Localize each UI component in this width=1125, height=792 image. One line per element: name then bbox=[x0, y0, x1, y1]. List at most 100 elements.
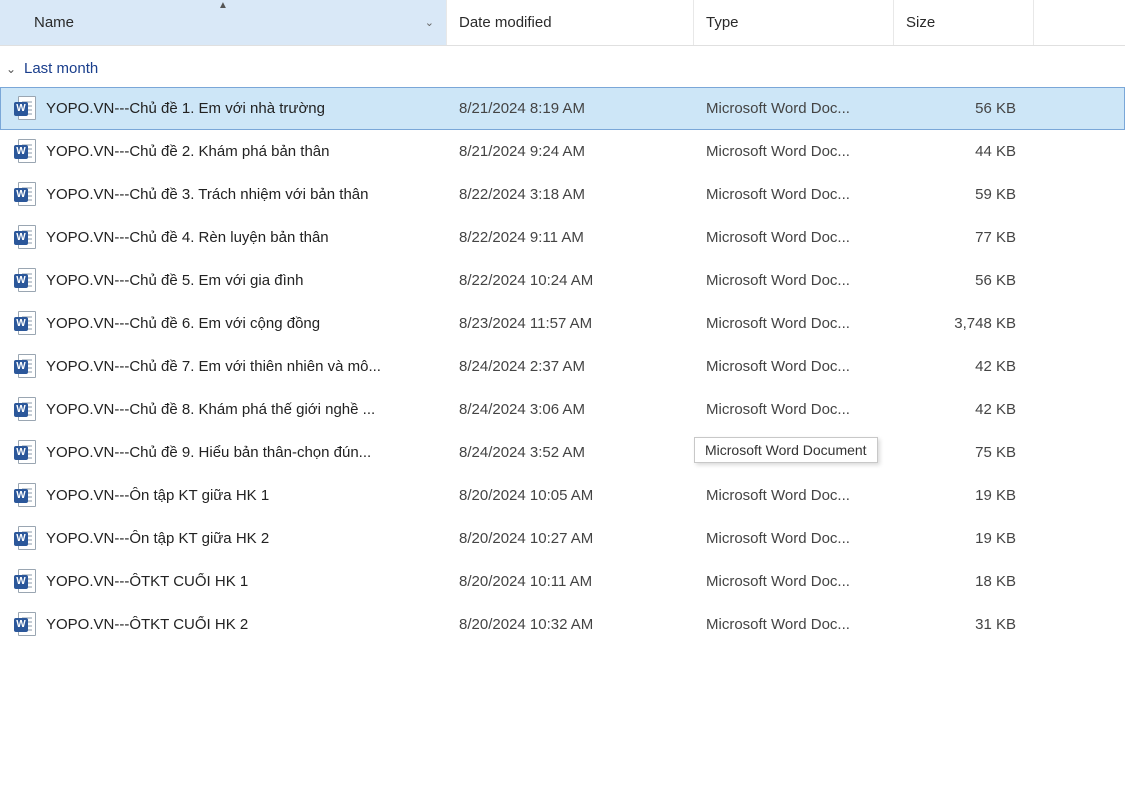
file-name-cell[interactable]: W YOPO.VN---ÔTKT CUỐI HK 1 bbox=[0, 569, 447, 595]
word-document-icon: W bbox=[14, 483, 36, 509]
file-row[interactable]: W YOPO.VN---Chủ đề 4. Rèn luyện bản thân8… bbox=[0, 216, 1125, 259]
file-date-cell: 8/24/2024 3:52 AM bbox=[447, 444, 694, 461]
file-type-cell: Microsoft Word Doc... bbox=[694, 315, 894, 332]
file-size-cell: 75 KB bbox=[894, 444, 1020, 461]
file-date-cell: 8/22/2024 9:11 AM bbox=[447, 229, 694, 246]
file-size-cell: 42 KB bbox=[894, 358, 1020, 375]
file-size-cell: 56 KB bbox=[894, 272, 1020, 289]
file-size-cell: 44 KB bbox=[894, 143, 1020, 160]
file-type-cell: Microsoft Word Doc... bbox=[694, 100, 894, 117]
file-name-label: YOPO.VN---Chủ đề 8. Khám phá thế giới ng… bbox=[46, 401, 447, 418]
file-name-label: YOPO.VN---Chủ đề 4. Rèn luyện bản thân bbox=[46, 229, 447, 246]
tooltip: Microsoft Word Document bbox=[694, 437, 878, 463]
column-header-name[interactable]: ▲ Name ⌄ bbox=[0, 0, 447, 45]
file-date-cell: 8/21/2024 8:19 AM bbox=[447, 100, 694, 117]
file-date-cell: 8/20/2024 10:27 AM bbox=[447, 530, 694, 547]
chevron-down-icon: ⌄ bbox=[4, 62, 18, 76]
file-date-cell: 8/22/2024 10:24 AM bbox=[447, 272, 694, 289]
file-row[interactable]: W YOPO.VN---Chủ đề 3. Trách nhiệm với bản… bbox=[0, 173, 1125, 216]
word-document-icon: W bbox=[14, 139, 36, 165]
file-name-label: YOPO.VN---Chủ đề 5. Em với gia đình bbox=[46, 272, 447, 289]
word-document-icon: W bbox=[14, 440, 36, 466]
column-header-row: ▲ Name ⌄ Date modified Type Size bbox=[0, 0, 1125, 46]
file-name-cell[interactable]: W YOPO.VN---Ôn tập KT giữa HK 2 bbox=[0, 526, 447, 552]
column-header-type[interactable]: Type bbox=[694, 0, 894, 45]
file-name-label: YOPO.VN---Chủ đề 3. Trách nhiệm với bản … bbox=[46, 186, 447, 203]
file-date-cell: 8/23/2024 11:57 AM bbox=[447, 315, 694, 332]
word-document-icon: W bbox=[14, 182, 36, 208]
file-size-cell: 42 KB bbox=[894, 401, 1020, 418]
file-row[interactable]: W YOPO.VN---Chủ đề 6. Em với cộng đồng8/2… bbox=[0, 302, 1125, 345]
file-name-cell[interactable]: WYOPO.VN---Chủ đề 7. Em với thiên nhiên … bbox=[0, 354, 447, 380]
file-type-cell: Microsoft Word Doc... bbox=[694, 573, 894, 590]
file-date-cell: 8/22/2024 3:18 AM bbox=[447, 186, 694, 203]
sort-ascending-icon: ▲ bbox=[218, 0, 228, 11]
file-name-cell[interactable]: W YOPO.VN---Chủ đề 9. Hiểu bản thân-chọn … bbox=[0, 440, 447, 466]
file-type-cell: Microsoft Word Doc... bbox=[694, 487, 894, 504]
group-header[interactable]: ⌄ Last month bbox=[0, 46, 1125, 87]
file-date-cell: 8/24/2024 3:06 AM bbox=[447, 401, 694, 418]
file-size-cell: 18 KB bbox=[894, 573, 1020, 590]
file-name-label: YOPO.VN---Chủ đề 2. Khám phá bản thân bbox=[46, 143, 447, 160]
word-document-icon: W bbox=[14, 311, 36, 337]
file-name-cell[interactable]: W YOPO.VN---Chủ đề 2. Khám phá bản thân bbox=[0, 139, 447, 165]
file-size-cell: 31 KB bbox=[894, 616, 1020, 633]
file-row[interactable]: WYOPO.VN---Chủ đề 7. Em với thiên nhiên … bbox=[0, 345, 1125, 388]
word-document-icon: W bbox=[14, 569, 36, 595]
file-size-cell: 3,748 KB bbox=[894, 315, 1020, 332]
column-header-size-label: Size bbox=[906, 14, 935, 31]
word-document-icon: W bbox=[14, 268, 36, 294]
column-header-date[interactable]: Date modified bbox=[447, 0, 694, 45]
word-document-icon: W bbox=[14, 225, 36, 251]
file-type-cell: Microsoft Word Doc... bbox=[694, 401, 894, 418]
file-name-label: YOPO.VN---Chủ đề 1. Em với nhà trường bbox=[46, 100, 447, 117]
column-header-size[interactable]: Size bbox=[894, 0, 1034, 45]
file-name-cell[interactable]: W YOPO.VN---Chủ đề 1. Em với nhà trường bbox=[0, 96, 447, 122]
file-name-label: YOPO.VN---ÔTKT CUỐI HK 2 bbox=[46, 616, 447, 633]
file-name-label: YOPO.VN---Ôn tập KT giữa HK 2 bbox=[46, 530, 447, 547]
file-size-cell: 19 KB bbox=[894, 530, 1020, 547]
column-header-type-label: Type bbox=[706, 14, 739, 31]
file-name-label: YOPO.VN---Ôn tập KT giữa HK 1 bbox=[46, 487, 447, 504]
file-name-cell[interactable]: W YOPO.VN---Ôn tập KT giữa HK 1 bbox=[0, 483, 447, 509]
file-name-label: YOPO.VN---ÔTKT CUỐI HK 1 bbox=[46, 573, 447, 590]
chevron-down-icon[interactable]: ⌄ bbox=[425, 16, 434, 29]
file-name-cell[interactable]: W YOPO.VN---Chủ đề 8. Khám phá thế giới n… bbox=[0, 397, 447, 423]
file-type-cell: Microsoft Word Doc... bbox=[694, 229, 894, 246]
file-name-label: YOPO.VN---Chủ đề 6. Em với cộng đồng bbox=[46, 315, 447, 332]
file-date-cell: 8/21/2024 9:24 AM bbox=[447, 143, 694, 160]
file-size-cell: 56 KB bbox=[894, 100, 1020, 117]
file-name-cell[interactable]: W YOPO.VN---ÔTKT CUỐI HK 2 bbox=[0, 612, 447, 638]
file-list: WYOPO.VN---Chủ đề 1. Em với nhà trường8/… bbox=[0, 87, 1125, 646]
file-name-cell[interactable]: W YOPO.VN---Chủ đề 3. Trách nhiệm với bản… bbox=[0, 182, 447, 208]
file-date-cell: 8/20/2024 10:32 AM bbox=[447, 616, 694, 633]
file-row[interactable]: W YOPO.VN---Chủ đề 5. Em với gia đình8/22… bbox=[0, 259, 1125, 302]
file-type-cell: Microsoft Word Doc... bbox=[694, 186, 894, 203]
file-row[interactable]: WYOPO.VN---Ôn tập KT giữa HK 18/20/2024 … bbox=[0, 474, 1125, 517]
file-name-label: YOPO.VN---Chủ đề 7. Em với thiên nhiên v… bbox=[46, 358, 447, 375]
file-row[interactable]: WYOPO.VN---ÔTKT CUỐI HK 18/20/2024 10:11… bbox=[0, 560, 1125, 603]
word-document-icon: W bbox=[14, 526, 36, 552]
file-name-label: YOPO.VN---Chủ đề 9. Hiểu bản thân-chọn đ… bbox=[46, 444, 447, 461]
group-header-label: Last month bbox=[24, 60, 98, 77]
file-date-cell: 8/24/2024 2:37 AM bbox=[447, 358, 694, 375]
file-row[interactable]: W YOPO.VN---Chủ đề 8. Khám phá thế giới n… bbox=[0, 388, 1125, 431]
file-size-cell: 77 KB bbox=[894, 229, 1020, 246]
file-row[interactable]: W YOPO.VN---Ôn tập KT giữa HK 28/20/2024 … bbox=[0, 517, 1125, 560]
file-name-cell[interactable]: W YOPO.VN---Chủ đề 6. Em với cộng đồng bbox=[0, 311, 447, 337]
file-row[interactable]: W YOPO.VN---ÔTKT CUỐI HK 28/20/2024 10:32… bbox=[0, 603, 1125, 646]
file-size-cell: 59 KB bbox=[894, 186, 1020, 203]
file-size-cell: 19 KB bbox=[894, 487, 1020, 504]
file-type-cell: Microsoft Word Doc... bbox=[694, 143, 894, 160]
file-row[interactable]: W YOPO.VN---Chủ đề 1. Em với nhà trường8/… bbox=[0, 87, 1125, 130]
file-name-cell[interactable]: W YOPO.VN---Chủ đề 5. Em với gia đình bbox=[0, 268, 447, 294]
column-header-date-label: Date modified bbox=[459, 14, 552, 31]
file-row[interactable]: W YOPO.VN---Chủ đề 2. Khám phá bản thân8/… bbox=[0, 130, 1125, 173]
word-document-icon: W bbox=[14, 397, 36, 423]
file-name-cell[interactable]: W YOPO.VN---Chủ đề 4. Rèn luyện bản thân bbox=[0, 225, 447, 251]
word-document-icon: W bbox=[14, 612, 36, 638]
word-document-icon: W bbox=[14, 96, 36, 122]
column-header-name-label: Name bbox=[34, 14, 74, 31]
file-type-cell: Microsoft Word Doc... bbox=[694, 530, 894, 547]
file-row[interactable]: W YOPO.VN---Chủ đề 9. Hiểu bản thân-chọn … bbox=[0, 431, 1125, 474]
